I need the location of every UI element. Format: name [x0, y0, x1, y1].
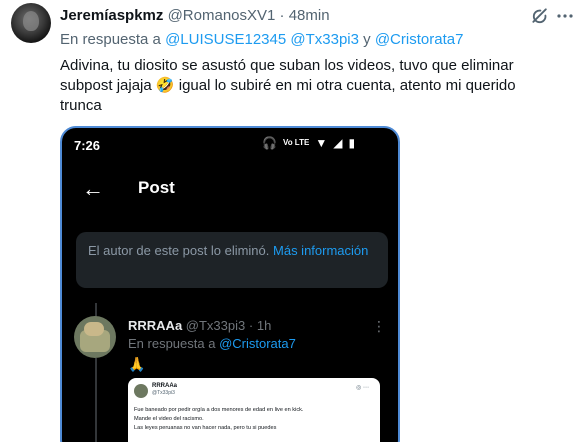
deleted-post-notice: El autor de este post lo eliminó. Más in… — [76, 232, 388, 288]
sub-reply-context: En respuesta a @Cristorata7 — [128, 336, 296, 352]
sub-author-name: RRRAAa — [128, 318, 183, 333]
thread-line — [95, 358, 97, 442]
status-time: 7:26 — [74, 138, 101, 153]
thread-line — [95, 303, 97, 317]
post-title: Post — [138, 178, 175, 197]
author-name[interactable]: Jeremíaspkmz — [60, 7, 163, 24]
mention-link[interactable]: @Cristorata7 — [375, 31, 464, 48]
inner-more-icon: ◎ ⋯ — [356, 385, 369, 391]
avatar-face — [23, 11, 39, 31]
sub-time: 1h — [256, 318, 272, 333]
avatar-shape — [84, 322, 104, 336]
reply-prefix: En respuesta a — [60, 31, 161, 48]
tweet-media-image[interactable]: 7:26 🎧 Vo LTE ▼ ◢ ▮ ← Post El autor de e… — [60, 126, 400, 442]
mention-link[interactable]: @LUISUSE12345 — [165, 31, 286, 48]
inner-avatar — [134, 384, 148, 398]
inner-text: Fue baneado por pedir orgía a dos menore… — [134, 406, 374, 433]
sub-separator: · — [248, 318, 254, 333]
sub-reply-prefix: En respuesta a — [128, 336, 216, 351]
header-separator: · — [279, 7, 285, 24]
volte-indicator: Vo LTE — [282, 138, 310, 147]
sub-author-handle: @Tx33pi3 — [185, 318, 246, 333]
timestamp[interactable]: 48min — [289, 7, 330, 24]
deleted-text: El autor de este post lo eliminó. — [88, 243, 270, 258]
grok-icon[interactable] — [530, 6, 550, 26]
inner-line: Las leyes peruanas no van hacer nada, pe… — [134, 425, 277, 431]
author-handle[interactable]: @RomanosXV1 — [168, 7, 276, 24]
tweet[interactable]: Jeremíaspkmz @RomanosXV1 · 48min En resp… — [0, 0, 579, 442]
headphones-icon: 🎧 — [262, 136, 277, 150]
more-info-link: Más información — [273, 243, 369, 258]
inner-line: Fue baneado por pedir orgía a dos menore… — [134, 407, 304, 413]
signal-icon: ◢ — [333, 136, 343, 150]
battery-icon: ▮ — [348, 136, 356, 150]
back-arrow-icon: ← — [82, 176, 104, 201]
more-icon[interactable] — [555, 10, 575, 22]
sub-reply-mention: @Cristorata7 — [219, 336, 296, 351]
post-nav-bar: ← Post — [62, 172, 398, 212]
reply-conjunction: y — [363, 31, 371, 48]
inner-screenshot-card: RRRAAa @Tx33pi3 ◎ ⋯ Fue baneado por pedi… — [128, 378, 380, 442]
avatar[interactable] — [11, 3, 51, 43]
pray-emoji: 🙏 — [128, 356, 146, 372]
wifi-icon: ▼ — [315, 136, 328, 150]
phone-status-bar: 7:26 🎧 Vo LTE ▼ ◢ ▮ — [62, 128, 398, 160]
inner-author-name: RRRAAa — [152, 383, 178, 389]
sub-tweet-header: RRRAAa @Tx33pi3 · 1h — [128, 318, 271, 334]
inner-line: Mande el video del racismo. — [134, 416, 204, 422]
inner-author-handle: @Tx33pi3 — [152, 390, 175, 396]
reply-context: En respuesta a @LUISUSE12345 @Tx33pi3 y … — [60, 30, 463, 50]
mention-link[interactable]: @Tx33pi3 — [290, 31, 359, 48]
sub-more-icon: ⋮ — [372, 318, 386, 334]
status-icons: 🎧 Vo LTE ▼ ◢ ▮ — [262, 136, 355, 150]
tweet-header: Jeremíaspkmz @RomanosXV1 · 48min — [60, 6, 330, 26]
tweet-text: Adivina, tu diosito se asustó que suban … — [60, 57, 516, 114]
sub-avatar — [74, 316, 116, 358]
